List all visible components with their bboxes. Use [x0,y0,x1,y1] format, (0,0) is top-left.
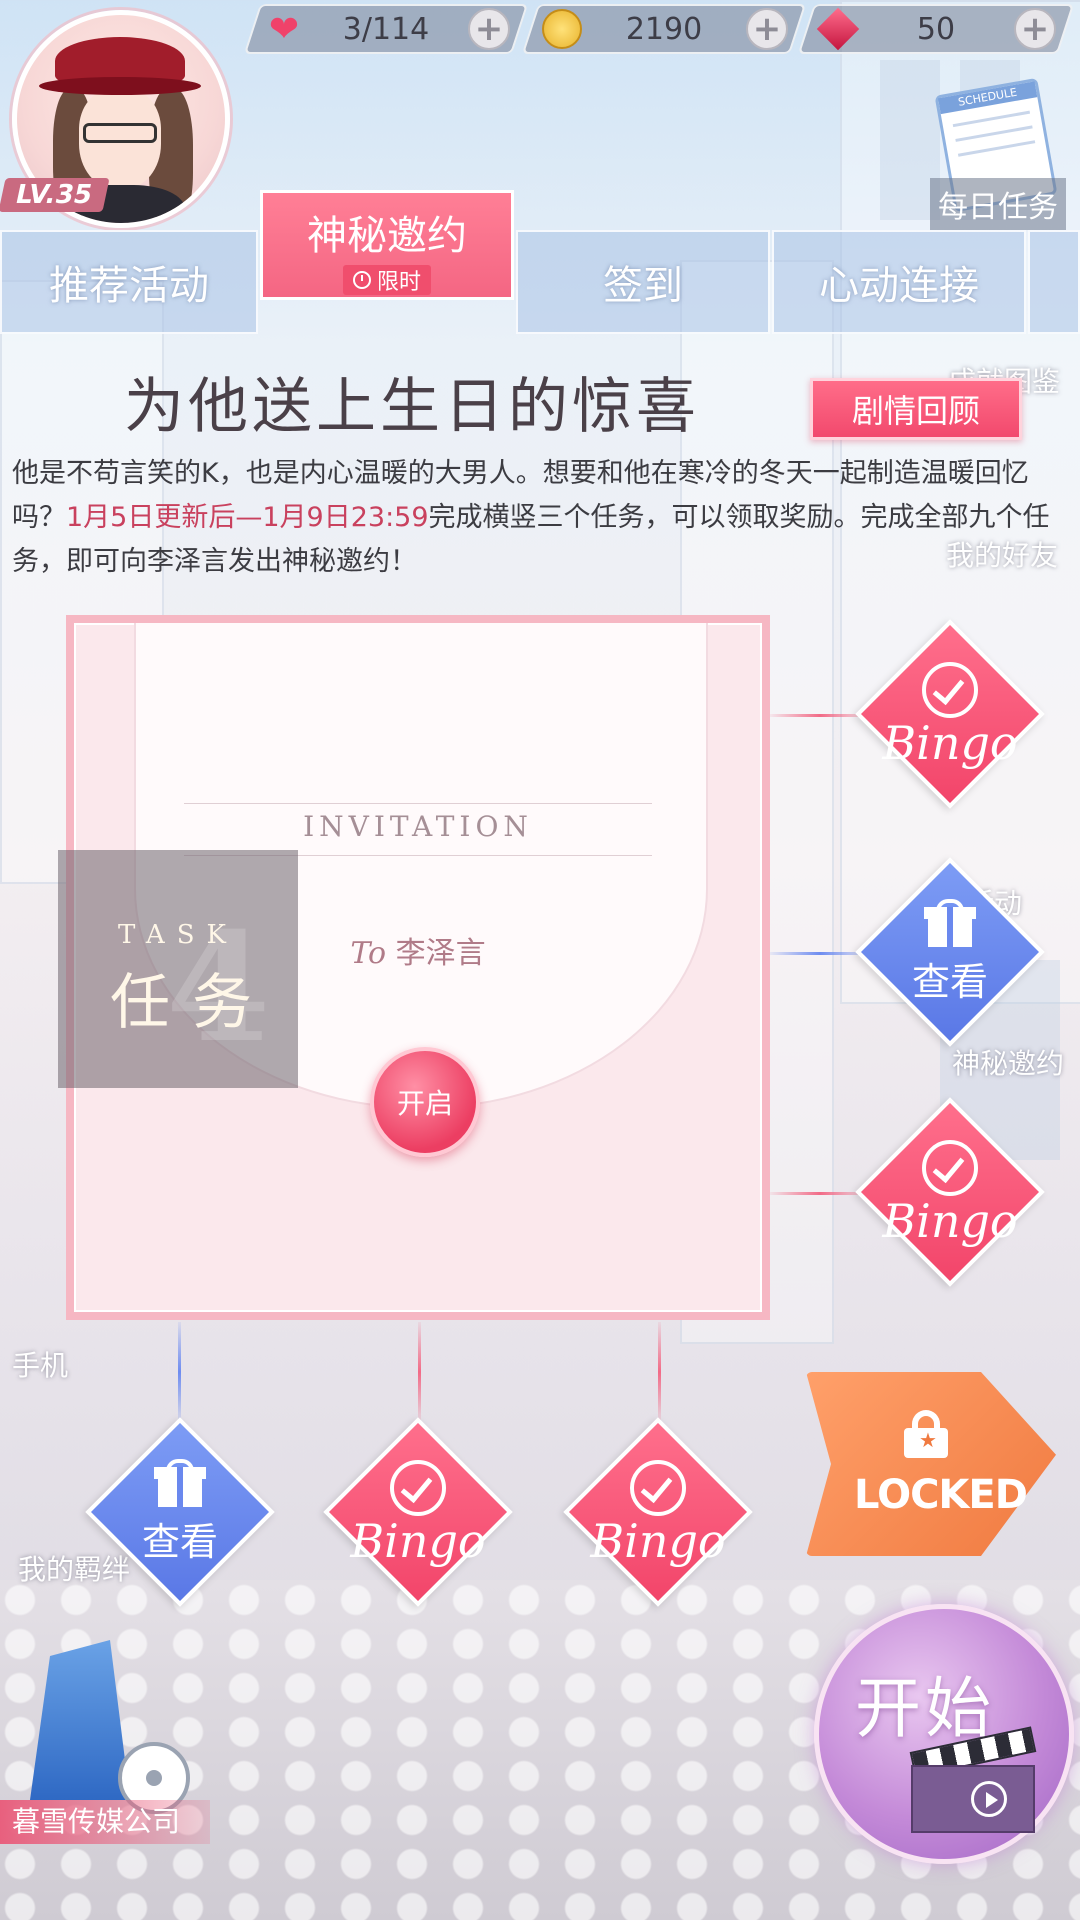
company-label[interactable]: 暮雪传媒公司 [0,1800,210,1844]
bingo-label: Bingo [350,1514,486,1568]
daily-task-button[interactable]: SCHEDULE 每日任务 [926,77,1066,230]
gift-icon [924,898,976,947]
tab-recommend[interactable]: 推荐活动 [0,230,258,334]
add-stamina-button[interactable]: + [468,8,510,50]
locked-label: LOCKED [854,1472,1028,1518]
coin-icon [542,9,582,49]
locked-reward[interactable]: ★ LOCKED [806,1372,1056,1556]
bingo-label: Bingo [882,716,1018,770]
clock-icon [352,271,371,289]
heart-icon: ❤ [268,8,300,50]
task-label-en: TASK [118,920,238,950]
phone-label[interactable]: 手机 [12,1344,68,1384]
view-reward-row2[interactable]: 查看 [855,857,1045,1047]
coin-counter: 2190 + [521,4,807,54]
tab-heart-link[interactable]: 心动连接 [772,230,1026,334]
desc-date-range: 1月5日更新后—1月9日23:59 [66,502,429,533]
connector-line [178,1322,181,1422]
event-title: 为他送上生日的惊喜 [124,372,700,442]
event-description: 他是不苟言笑的K，也是内心温暖的大男人。想要和他在寒冷的冬天一起制造温暖回忆吗？… [12,452,1052,584]
start-label: 开始 [855,1670,995,1747]
view-label: 查看 [911,959,988,1004]
diamond-value: 50 [916,11,956,47]
tab-sign-in[interactable]: 签到 [516,230,770,334]
add-coins-button[interactable]: + [746,8,788,50]
play-icon [971,1781,1007,1817]
bingo-label: Bingo [882,1194,1018,1248]
view-reward-col1[interactable]: 查看 [85,1417,275,1607]
open-invitation-button[interactable]: 开启 [370,1047,480,1157]
company-building-icon [30,1640,130,1800]
task-indicator[interactable]: 4 TASK 任务 [58,850,298,1088]
stamina-value: 3/114 [342,11,430,47]
view-label: 查看 [141,1519,218,1564]
bingo-reward-row1[interactable]: Bingo [855,619,1045,809]
daily-task-label: 每日任务 [930,178,1066,230]
check-icon [630,1460,686,1516]
lock-icon: ★ [904,1410,948,1458]
stamina-counter: ❤ 3/114 + [243,4,529,54]
level-badge: LV.35 [0,178,110,212]
story-recap-button[interactable]: 剧情回顾 [810,378,1022,440]
bingo-reward-col3[interactable]: Bingo [563,1417,753,1607]
bingo-reward-col2[interactable]: Bingo [323,1417,513,1607]
clapperboard-icon [909,1726,1037,1833]
bingo-label: Bingo [590,1514,726,1568]
add-diamonds-button[interactable]: + [1014,8,1056,50]
limited-badge: 限时 [342,265,431,295]
task-label-zh: 任务 [110,968,274,1038]
tab-secret-invite-label: 神秘邀约 [307,213,467,259]
activity-tabs: 推荐活动 签到 心动连接 [0,226,1080,336]
check-icon [922,1140,978,1196]
connector-line [658,1322,661,1422]
tab-more[interactable] [1028,230,1080,334]
gem-icon [816,7,860,51]
invitation-heading: INVITATION [303,810,533,843]
mystery-invite-label[interactable]: 神秘邀约 [952,1042,1064,1082]
check-icon [922,662,978,718]
diamond-counter: 50 + [797,4,1075,54]
tab-secret-invite[interactable]: 神秘邀约 限时 [260,190,514,300]
gift-icon [154,1458,206,1507]
bingo-reward-row3[interactable]: Bingo [855,1097,1045,1287]
coin-value: 2190 [625,11,703,47]
to-prefix: To [350,936,387,971]
connector-line [418,1322,421,1422]
recipient-name: 李泽言 [395,936,486,971]
limited-label: 限时 [376,270,421,295]
check-icon [390,1460,446,1516]
start-button[interactable]: 开始 [814,1604,1074,1864]
